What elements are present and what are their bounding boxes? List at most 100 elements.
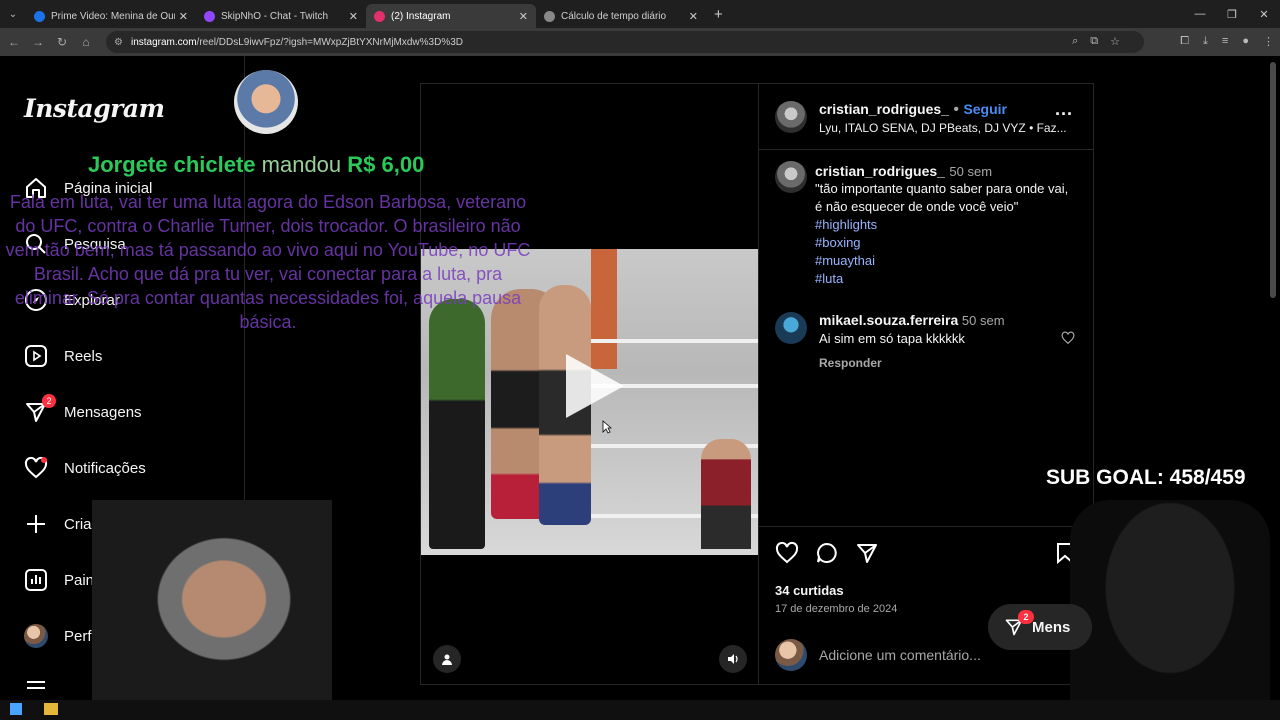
comment-icon[interactable] xyxy=(814,540,840,566)
avatar[interactable] xyxy=(775,161,807,193)
restore-icon[interactable]: ❐ xyxy=(1216,0,1248,28)
browser-tab-active[interactable]: (2) Instagram ✕ xyxy=(366,4,536,28)
plus-icon xyxy=(24,512,48,536)
install-app-icon[interactable]: ⧉ xyxy=(1090,35,1098,48)
caption-username[interactable]: cristian_rodrigues_ xyxy=(815,163,945,179)
follow-button[interactable]: Seguir xyxy=(963,101,1007,117)
notification-badge: 2 xyxy=(1018,610,1034,624)
play-icon[interactable] xyxy=(566,354,624,418)
reel-video-panel[interactable] xyxy=(420,83,759,685)
site-info-icon[interactable]: ⚙ xyxy=(114,37,123,48)
user-tag-icon[interactable] xyxy=(433,645,461,673)
video-spectator xyxy=(701,439,751,549)
tab-title: SkipNhO - Chat - Twitch xyxy=(221,10,329,22)
caption-header: cristian_rodrigues_ 50 sem xyxy=(815,163,992,181)
file-explorer-icon[interactable] xyxy=(44,703,58,715)
profile-avatar-wrap xyxy=(24,624,48,648)
bookmark-star-icon[interactable]: ☆ xyxy=(1110,35,1120,48)
hashtag[interactable]: #muaythai xyxy=(815,252,1077,270)
nav-messages[interactable]: 2 Mensagens xyxy=(24,394,142,426)
webcam-chair xyxy=(1070,500,1270,720)
instagram-logo[interactable]: Instagram xyxy=(24,94,165,123)
comment-input[interactable]: Adicione um comentário... xyxy=(775,639,981,671)
comment-like-icon[interactable] xyxy=(1061,331,1075,350)
caption-text: "tão importante quanto saber para onde v… xyxy=(815,181,1069,214)
like-count[interactable]: 34 curtidas xyxy=(775,583,844,598)
globe-favicon-icon xyxy=(544,10,555,22)
extensions-icon[interactable]: ⧠ xyxy=(1180,35,1189,48)
browser-tab[interactable]: Cálculo de tempo diário ✕ xyxy=(536,4,706,28)
address-bar-row: ← → ↻ ⌂ ⚙ instagram.com/reel/DDsL9iwvFpz… xyxy=(0,28,1280,56)
menu-icon[interactable]: ⋮ xyxy=(1263,35,1274,48)
toolbar-icons: ⧠ ⤓ ≡ ● ⋮ xyxy=(1180,35,1274,48)
streamer-webcam xyxy=(92,500,332,720)
browser-tab[interactable]: Prime Video: Menina de Ouro ✕ xyxy=(26,4,196,28)
profile-icon[interactable]: ● xyxy=(1242,35,1249,48)
comment-placeholder: Adicione um comentário... xyxy=(819,647,981,663)
hashtag[interactable]: #luta xyxy=(815,270,1077,288)
post-date: 17 de dezembro de 2024 xyxy=(775,603,898,615)
tab-title: Cálculo de tempo diário xyxy=(561,10,667,22)
comment-text: Ai sim em só tapa kkkkkk xyxy=(819,331,965,346)
close-icon[interactable]: ✕ xyxy=(519,10,528,23)
zoom-icon[interactable]: ⌕ xyxy=(1072,35,1078,48)
donation-verb: mandou xyxy=(261,152,342,177)
nav-label: Mensagens xyxy=(64,403,142,421)
more-options-icon[interactable]: ··· xyxy=(1055,104,1073,125)
forward-icon[interactable]: → xyxy=(26,35,50,49)
avatar xyxy=(775,639,807,671)
url-field[interactable]: ⚙ instagram.com/reel/DDsL9iwvFpz/?igsh=M… xyxy=(106,31,1144,53)
new-tab-icon[interactable]: + xyxy=(714,6,723,23)
windows-start-icon[interactable] xyxy=(10,703,22,715)
dot-separator: • xyxy=(953,101,964,118)
browser-tab[interactable]: SkipNhO - Chat - Twitch ✕ xyxy=(196,4,366,28)
close-icon[interactable]: ✕ xyxy=(349,10,358,23)
nav-label: Notificações xyxy=(64,459,146,477)
nav-create[interactable]: Criar xyxy=(24,510,97,538)
comment-username[interactable]: mikael.souza.ferreira xyxy=(819,312,958,328)
donation-amount: R$ 6,00 xyxy=(347,152,425,177)
hashtag[interactable]: #highlights xyxy=(815,216,1077,234)
nav-label: Reels xyxy=(64,347,103,365)
url-host: instagram.com xyxy=(130,36,197,48)
window-controls: — ❐ ✕ xyxy=(1184,0,1280,28)
reading-list-icon[interactable]: ≡ xyxy=(1222,35,1228,48)
download-icon[interactable]: ⤓ xyxy=(1203,35,1208,48)
tab-search-icon[interactable]: ⌄ xyxy=(0,0,26,28)
close-icon[interactable]: ✕ xyxy=(689,10,698,23)
nav-profile[interactable]: Perfil xyxy=(24,622,98,650)
post-author-row: cristian_rodrigues_ • Seguir xyxy=(819,101,1007,119)
nav-reels[interactable]: Reels xyxy=(24,342,102,370)
donation-alert-title: Jorgete chiclete mandou R$ 6,00 xyxy=(88,152,424,178)
comment-time: 50 sem xyxy=(961,313,1005,328)
hamburger-icon xyxy=(24,676,48,700)
reload-icon[interactable]: ↻ xyxy=(50,35,74,49)
like-icon[interactable] xyxy=(774,540,800,566)
os-taskbar xyxy=(0,700,1280,720)
back-icon[interactable]: ← xyxy=(2,35,26,49)
messages-floating-button[interactable]: 2 Mens xyxy=(988,604,1092,650)
close-icon[interactable]: ✕ xyxy=(179,10,188,23)
volume-icon[interactable] xyxy=(719,645,747,673)
caption-time: 50 sem xyxy=(949,164,993,179)
avatar[interactable] xyxy=(775,101,807,133)
reply-button[interactable]: Responder xyxy=(819,356,882,370)
prime-video-favicon-icon xyxy=(34,10,45,22)
avatar[interactable] xyxy=(775,312,807,344)
minimize-icon[interactable]: — xyxy=(1184,0,1216,28)
close-window-icon[interactable]: ✕ xyxy=(1248,0,1280,28)
hashtag[interactable]: #boxing xyxy=(815,234,1077,252)
url-path: /reel/DDsL9iwvFpz/?igsh=MWxpZjBtYXNrMjMx… xyxy=(196,36,463,48)
browser-tab-bar: ⌄ Prime Video: Menina de Ouro ✕ SkipNhO … xyxy=(0,0,1280,28)
author-username[interactable]: cristian_rodrigues_ xyxy=(819,101,949,117)
page-scrollbar[interactable] xyxy=(1270,62,1276,298)
audio-info[interactable]: Lyu, ITALO SENA, DJ PBeats, DJ VYZ • Faz… xyxy=(819,121,1067,135)
twitch-favicon-icon xyxy=(204,10,215,22)
nav-notifications[interactable]: Notificações xyxy=(24,454,146,482)
share-icon[interactable] xyxy=(854,540,880,566)
caption: "tão importante quanto saber para onde v… xyxy=(815,180,1077,288)
reels-icon xyxy=(24,344,48,368)
home-browser-icon[interactable]: ⌂ xyxy=(74,35,98,49)
nav-more[interactable] xyxy=(24,674,64,702)
video-referee xyxy=(429,299,485,549)
